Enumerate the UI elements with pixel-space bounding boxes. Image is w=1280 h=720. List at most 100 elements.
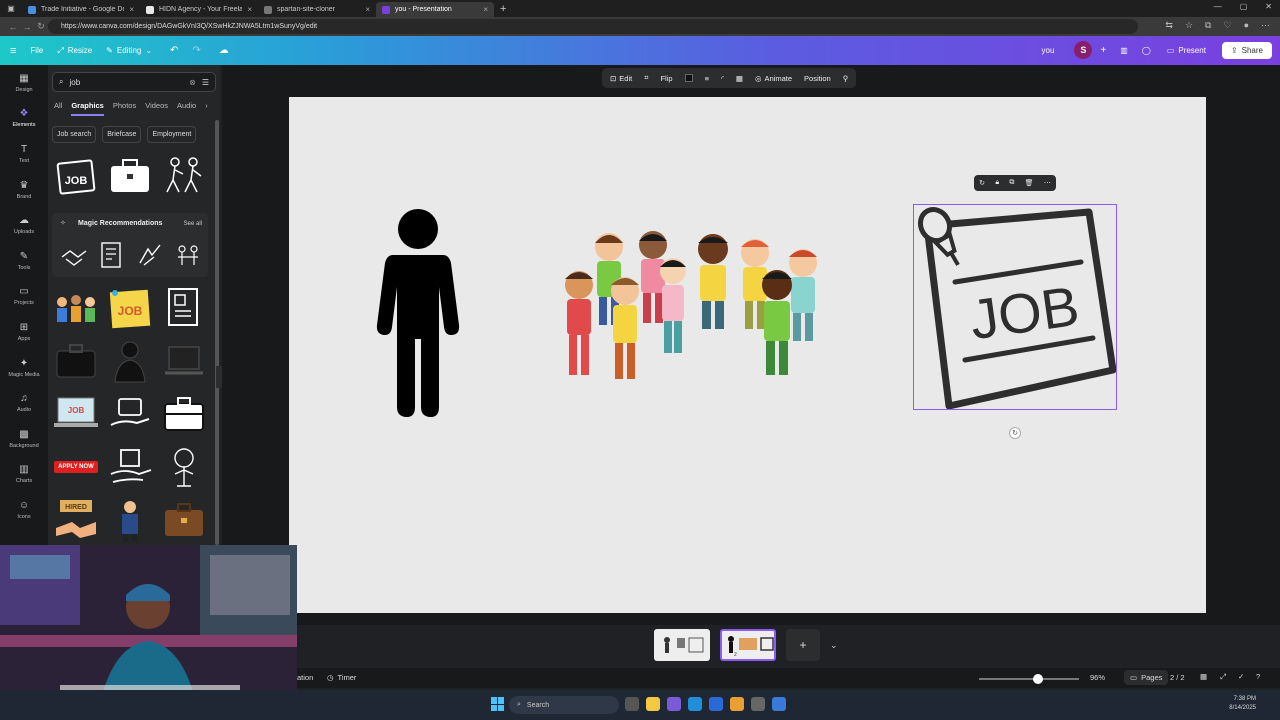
cv-sketch-graphic[interactable] — [96, 239, 128, 271]
rail-item-charts[interactable]: ▥ Charts — [0, 457, 48, 493]
rail-item-text[interactable]: T Text — [0, 136, 48, 172]
translate-icon[interactable]: ⇆ — [1165, 20, 1173, 31]
timer-button[interactable]: ◷ Timer — [327, 673, 356, 682]
analytics-icon[interactable]: ▥ — [1120, 46, 1128, 55]
app-icon[interactable] — [730, 697, 744, 711]
add-page-button[interactable]: + — [786, 629, 820, 661]
black-briefcase-graphic[interactable] — [52, 338, 100, 384]
check-icon[interactable]: ✓ — [1238, 672, 1244, 681]
laptop-job-dark-graphic[interactable] — [160, 338, 208, 384]
more-options-icon[interactable]: ⋯ — [1044, 179, 1051, 187]
rail-item-magic-media[interactable]: ✦ Magic Media — [0, 350, 48, 386]
tab-videos[interactable]: Videos — [145, 101, 168, 116]
browser-tab[interactable]: Trade Initiative - Google Docs × — [22, 2, 140, 17]
close-tab-icon[interactable]: × — [129, 5, 134, 14]
edge-icon[interactable] — [688, 697, 702, 711]
brown-briefcase-graphic[interactable] — [160, 497, 208, 543]
crop-icon[interactable]: ⌗ — [644, 73, 648, 83]
chip-job-search[interactable]: Job search — [52, 126, 97, 143]
new-tab-icon[interactable]: + — [500, 3, 506, 15]
kids-group-element[interactable] — [555, 227, 845, 387]
present-button[interactable]: ▭ Present — [1159, 42, 1214, 59]
color-swatch[interactable] — [684, 74, 693, 82]
share-button[interactable]: ⇪ Share — [1221, 41, 1272, 59]
pages-button[interactable]: ▭ Pages — [1124, 670, 1169, 685]
tab-audio[interactable]: Audio — [177, 101, 196, 116]
laptop-job-graphic[interactable]: JOB — [52, 391, 100, 437]
rail-item-brand[interactable]: ♛ Brand — [0, 172, 48, 208]
app-icon[interactable] — [772, 697, 786, 711]
duplicate-icon[interactable]: ⧉ — [1009, 179, 1014, 187]
notes-partial-label[interactable]: ation — [297, 673, 313, 682]
file-menu[interactable]: File — [30, 46, 43, 55]
help-icon[interactable]: ? — [1256, 672, 1260, 681]
close-tab-icon[interactable]: × — [365, 5, 370, 14]
rail-item-design[interactable]: ▦ Design — [0, 65, 48, 101]
rail-item-uploads[interactable]: ☁ Uploads — [0, 207, 48, 243]
reload-icon[interactable]: ↻ — [34, 21, 48, 32]
money-tree-sketch-graphic[interactable] — [160, 444, 208, 490]
back-icon[interactable]: ← — [6, 22, 20, 32]
hired-handshake-graphic[interactable]: HIRED — [52, 497, 100, 543]
copilot-icon[interactable] — [667, 697, 681, 711]
close-tab-icon[interactable]: × — [483, 5, 488, 14]
team-sketch-graphic[interactable] — [172, 239, 204, 271]
maximize-icon[interactable]: ▢ — [1240, 2, 1248, 11]
bookmark-star-icon[interactable]: ☆ — [1185, 20, 1193, 31]
rail-item-audio[interactable]: ♫ Audio — [0, 385, 48, 421]
avatar[interactable]: S — [1074, 41, 1093, 59]
rail-item-icons[interactable]: ☺ Icons — [0, 492, 48, 528]
redo-icon[interactable]: ↷ — [192, 45, 200, 56]
chip-briefcase[interactable]: Briefcase — [102, 126, 142, 143]
zoom-slider[interactable] — [979, 678, 1079, 680]
rail-item-elements[interactable]: ❖ Elements — [0, 101, 48, 137]
see-all-link[interactable]: See all — [184, 221, 202, 227]
tab-graphics[interactable]: Graphics — [71, 101, 104, 116]
more-icon[interactable]: ⋯ — [1261, 20, 1270, 31]
handshake-sketch-graphic[interactable] — [58, 239, 90, 271]
tab-all[interactable]: All — [54, 101, 62, 116]
filter-icon[interactable]: ☰ — [202, 78, 209, 87]
delete-icon[interactable]: 🗑︎ — [1025, 179, 1034, 187]
main-menu-icon[interactable]: ≡ — [10, 45, 16, 57]
search-input[interactable]: ⌕ job ⊗ ☰ — [52, 72, 216, 92]
editing-mode-button[interactable]: ✎ Editing ⌄ — [106, 46, 152, 55]
person-silhouette-element[interactable] — [373, 207, 463, 417]
rail-item-background[interactable]: ▩ Background — [0, 421, 48, 457]
add-collaborator-icon[interactable]: + — [1100, 45, 1106, 56]
rail-item-projects[interactable]: ▭ Projects — [0, 279, 48, 315]
person-silhouette-graphic[interactable] — [106, 338, 154, 384]
corner-rounding-icon[interactable]: ◜ — [721, 74, 724, 83]
favorites-icon[interactable]: ♡ — [1223, 20, 1231, 31]
zoom-level[interactable]: 96% — [1090, 673, 1105, 682]
grid-view-icon[interactable]: ▦ — [1200, 672, 1207, 681]
url-field[interactable]: https://www.canva.com/design/DAGwGkVnI3Q… — [48, 19, 1138, 34]
browser-tab[interactable]: HIDN Agency - Your Freelance Cl × — [140, 2, 258, 17]
forward-icon[interactable]: → — [20, 22, 34, 32]
edit-button[interactable]: ⊡ Edit — [610, 74, 632, 83]
lock-icon[interactable]: 🔒︎ — [995, 179, 999, 187]
chevron-down-icon[interactable]: ⌄ — [830, 640, 838, 651]
task-view-icon[interactable] — [625, 697, 639, 711]
line-weight-icon[interactable]: ≡ — [705, 74, 709, 83]
businessman-graphic[interactable] — [106, 497, 154, 543]
zoom-slider-handle[interactable] — [1033, 674, 1043, 684]
clear-search-icon[interactable]: ⊗ — [189, 78, 196, 87]
calculator-icon[interactable] — [751, 697, 765, 711]
hand-briefcase-graphic[interactable] — [106, 391, 154, 437]
paint-format-icon[interactable]: ⚲ — [843, 74, 849, 83]
profile-icon[interactable]: ● — [1244, 20, 1249, 31]
chevron-right-icon[interactable]: › — [205, 101, 208, 116]
minimize-icon[interactable]: — — [1214, 2, 1222, 11]
transparency-icon[interactable]: ▦ — [736, 74, 743, 83]
hands-sketch-graphic[interactable] — [134, 239, 166, 271]
job-sticky-note-graphic[interactable]: JOB — [106, 285, 154, 331]
close-tab-icon[interactable]: × — [247, 5, 252, 14]
position-button[interactable]: Position — [804, 74, 831, 83]
design-name[interactable]: you — [1042, 46, 1055, 55]
page-thumbnail-2[interactable]: 2 — [720, 629, 776, 661]
browser-tab-active[interactable]: you - Presentation × — [376, 2, 494, 17]
comments-icon[interactable]: ◯ — [1142, 46, 1151, 55]
fullscreen-icon[interactable]: ⤢ — [1220, 672, 1226, 682]
store-icon[interactable] — [709, 697, 723, 711]
